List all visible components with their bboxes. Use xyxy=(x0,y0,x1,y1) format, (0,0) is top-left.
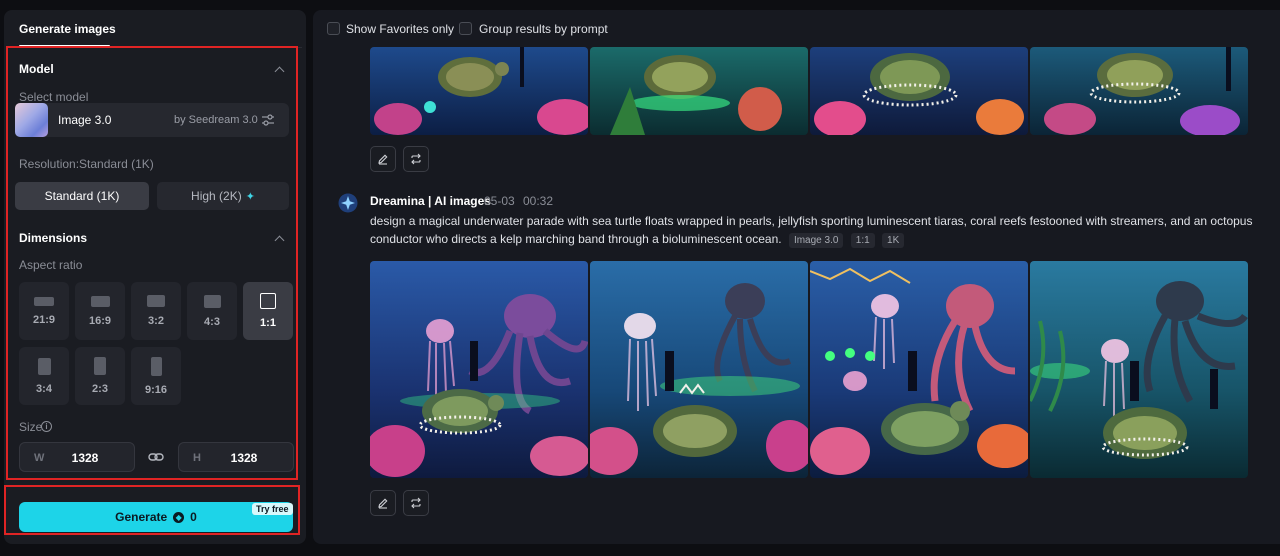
sparkle-icon: ✦ xyxy=(245,190,255,203)
resolution-label: Resolution:Standard (1K) xyxy=(19,157,154,171)
tab-generate-images[interactable]: Generate images xyxy=(19,22,116,36)
group-label[interactable]: Group results by prompt xyxy=(479,22,608,36)
resolution-high-label: High (2K) xyxy=(191,189,242,203)
ratio-9-16-label: 9:16 xyxy=(144,383,168,396)
result-time: 00:32 xyxy=(523,194,554,208)
model-selector[interactable]: Image 3.0 by Seedream 3.0 xyxy=(15,103,289,137)
generate-label: Generate xyxy=(115,510,168,524)
generated-image[interactable] xyxy=(1030,47,1248,135)
ratio-3-2-shape xyxy=(147,295,165,307)
generated-image[interactable] xyxy=(590,261,808,478)
tag-resolution: 1K xyxy=(882,233,905,248)
height-field[interactable]: H 1328 xyxy=(178,442,294,472)
favorites-label[interactable]: Show Favorites only xyxy=(346,22,454,36)
result-image-row xyxy=(370,261,1248,478)
ratio-16-9-button[interactable]: 16:9 xyxy=(75,282,125,340)
ratio-3-4-button[interactable]: 3:4 xyxy=(19,347,69,405)
height-value: 1328 xyxy=(230,451,258,465)
size-label: Size xyxy=(19,420,43,434)
ratio-2-3-shape xyxy=(94,357,106,375)
generate-credits: 0 xyxy=(190,510,197,524)
ratio-16-9-label: 16:9 xyxy=(88,314,112,327)
edit-button[interactable] xyxy=(370,146,396,172)
result-date: 05-03 xyxy=(484,194,515,208)
width-value: 1328 xyxy=(71,451,99,465)
author-name: Dreamina | AI images xyxy=(370,194,491,208)
select-model-label: Select model xyxy=(19,90,89,104)
model-name: Image 3.0 xyxy=(58,113,112,127)
ratio-3-2-button[interactable]: 3:2 xyxy=(131,282,181,340)
aspect-ratio-label: Aspect ratio xyxy=(19,258,83,272)
dreamina-logo-icon xyxy=(338,193,358,213)
generated-image[interactable] xyxy=(370,47,588,135)
ratio-1-1-label: 1:1 xyxy=(260,317,276,329)
model-section-title: Model xyxy=(19,62,54,76)
ratio-3-2-label: 3:2 xyxy=(148,315,164,327)
width-field[interactable]: W 1328 xyxy=(19,442,135,472)
height-prefix: H xyxy=(193,452,201,464)
results-area: Show Favorites only Group results by pro… xyxy=(313,10,1280,544)
edit-button[interactable] xyxy=(370,490,396,516)
resolution-standard-label: Standard (1K) xyxy=(44,189,120,203)
width-prefix: W xyxy=(34,452,45,464)
favorites-checkbox[interactable] xyxy=(327,22,340,35)
ratio-4-3-shape xyxy=(203,294,221,308)
ratio-3-4-shape xyxy=(37,357,51,375)
model-provider: by Seedream 3.0 xyxy=(174,114,258,126)
pencil-icon xyxy=(378,154,388,165)
regenerate-button[interactable] xyxy=(403,146,429,172)
ratio-21-9-shape xyxy=(34,296,54,306)
ratio-2-3-label: 2:3 xyxy=(92,383,108,395)
ratio-4-3-button[interactable]: 4:3 xyxy=(187,282,237,340)
ratio-9-16-button[interactable]: 9:16 xyxy=(131,347,181,405)
generated-image[interactable] xyxy=(590,47,808,135)
repeat-icon xyxy=(411,153,421,165)
ratio-9-16-shape xyxy=(150,356,162,376)
tag-model: Image 3.0 xyxy=(788,233,844,248)
previous-image-row xyxy=(370,47,1248,135)
ratio-16-9-shape xyxy=(90,295,110,307)
tag-ratio: 1:1 xyxy=(850,233,875,248)
group-checkbox[interactable] xyxy=(459,22,472,35)
resolution-high-button[interactable]: High (2K) ✦ xyxy=(157,182,289,210)
sliders-icon[interactable] xyxy=(261,113,275,127)
generated-image[interactable] xyxy=(810,261,1028,478)
generated-image[interactable] xyxy=(1030,261,1248,478)
ratio-21-9-label: 21:9 xyxy=(32,313,56,326)
ratio-2-3-button[interactable]: 2:3 xyxy=(75,347,125,405)
ratio-21-9-button[interactable]: 21:9 xyxy=(19,282,69,340)
generated-image[interactable] xyxy=(370,261,588,478)
ratio-1-1-button[interactable]: 1:1 xyxy=(243,282,293,340)
ratio-1-1-shape xyxy=(260,293,276,309)
info-icon[interactable]: i xyxy=(41,421,52,432)
resolution-standard-button[interactable]: Standard (1K) xyxy=(15,182,149,210)
pencil-icon xyxy=(378,498,388,509)
repeat-icon xyxy=(411,497,421,509)
regenerate-button[interactable] xyxy=(403,490,429,516)
link-icon[interactable] xyxy=(148,450,164,464)
ratio-3-4-label: 3:4 xyxy=(36,382,52,395)
generated-image[interactable] xyxy=(810,47,1028,135)
model-thumbnail xyxy=(15,103,48,137)
prompt-text: design a magical underwater parade with … xyxy=(370,212,1280,248)
dimensions-section-title: Dimensions xyxy=(19,231,88,245)
credit-icon: ◆ xyxy=(173,511,185,523)
try-free-badge: Try free xyxy=(252,503,293,515)
ratio-4-3-label: 4:3 xyxy=(204,315,220,328)
